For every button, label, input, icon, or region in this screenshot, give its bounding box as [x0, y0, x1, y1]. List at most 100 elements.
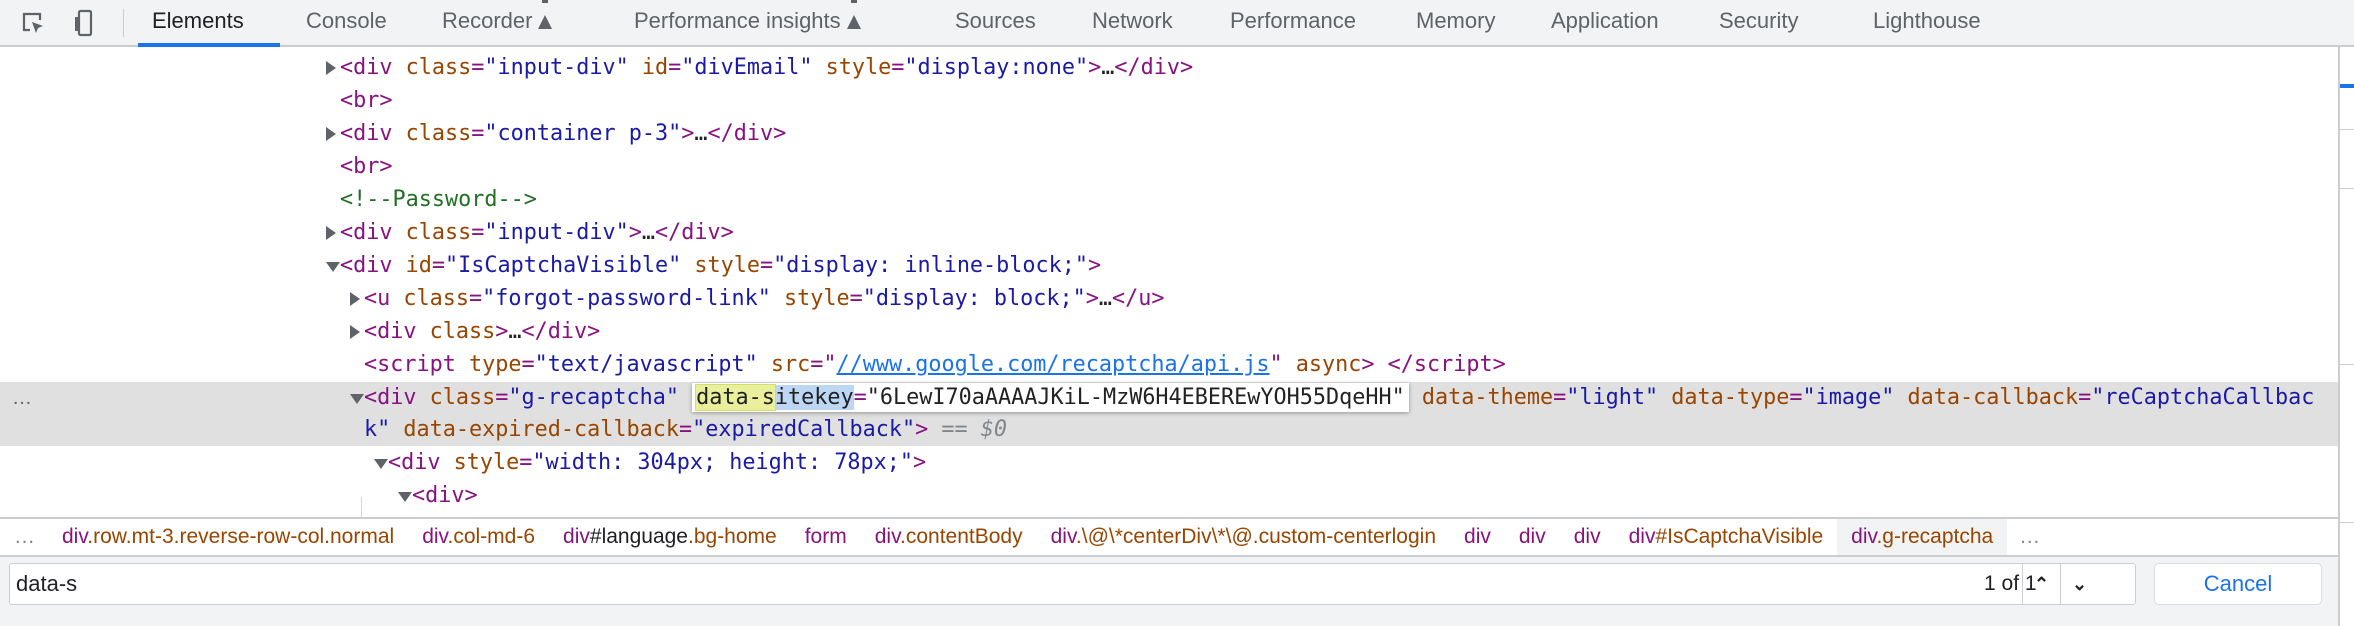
tag-token: = [1553, 385, 1567, 410]
caret-right-icon[interactable] [326, 127, 336, 141]
active-tab-indicator [138, 43, 280, 47]
tag-token: > [681, 121, 695, 146]
caret-down-icon[interactable] [326, 262, 340, 272]
tab-recorder[interactable]: Recorder [442, 0, 553, 45]
inspect-element-icon[interactable] [18, 8, 48, 38]
breadcrumb-item[interactable]: form [791, 519, 861, 555]
caret-right-icon[interactable] [326, 61, 336, 75]
node-actions-icon[interactable]: … [12, 382, 33, 414]
text-token: … [1101, 55, 1115, 80]
elements-dom-tree[interactable]: <div class="input-div" id="divEmail" sty… [0, 49, 2338, 517]
dom-node[interactable]: <div class="container p-3">…</div> [0, 118, 2338, 150]
dom-node[interactable]: <script type="text/javascript" src="//ww… [0, 349, 2338, 381]
dom-node[interactable]: <div> [0, 480, 2338, 512]
tag-token: </div> [1114, 55, 1194, 80]
breadcrumb-part: .g-recaptcha [1876, 525, 1994, 548]
breadcrumb-part: .row.mt-3.reverse-row-col.normal [87, 525, 395, 548]
attribute-name: data-type [1658, 385, 1790, 410]
breadcrumb-item[interactable]: div.contentBody [861, 519, 1037, 555]
tab-security[interactable]: Security [1719, 0, 1798, 45]
search-match-attribute[interactable]: data-sitekey="6LewI70aAAAAJKiL-MzW6H4EBE… [692, 383, 1409, 412]
breadcrumb-scroll-left[interactable]: … [0, 525, 48, 549]
caret-down-icon[interactable] [350, 394, 364, 404]
search-match-current: itekey [774, 385, 854, 410]
caret-down-icon[interactable] [398, 492, 412, 502]
breadcrumb-part: .col-md-6 [447, 525, 536, 548]
toolbar-divider [123, 9, 124, 37]
dom-node[interactable]: <div class="input-div">…</div> [0, 217, 2338, 249]
attribute-name: class [416, 385, 496, 410]
search-input[interactable] [16, 564, 1916, 604]
breadcrumb-item[interactable]: div.\@\*centerDiv\*\@.custom-centerlogin [1037, 519, 1450, 555]
breadcrumb-item[interactable]: div.col-md-6 [408, 519, 549, 555]
caret-right-icon[interactable] [326, 226, 336, 240]
tab-console[interactable]: Console [306, 0, 387, 45]
tab-elements[interactable]: Elements [152, 0, 244, 45]
attribute-value: "text/javascript" [534, 352, 758, 377]
breadcrumb-item[interactable]: div [1450, 519, 1505, 555]
dom-node[interactable]: <br> [0, 85, 2338, 117]
tag-token: > [1088, 253, 1102, 278]
dom-node[interactable]: <u class="forgot-password-link" style="d… [0, 283, 2338, 315]
dom-node[interactable]: <div id="IsCaptchaVisible" style="displa… [0, 250, 2338, 282]
next-match-button[interactable]: ⌄ [2060, 564, 2098, 604]
tab-label: Network [1092, 8, 1173, 33]
tab-performance[interactable]: Performance [1230, 0, 1356, 45]
search-field[interactable]: 1 of 1 ⌃ ⌄ [9, 563, 2136, 605]
dom-node[interactable]: <br> [0, 151, 2338, 183]
tab-memory[interactable]: Memory [1416, 0, 1495, 45]
attribute-name: data-theme [1408, 385, 1554, 410]
selected-dom-node[interactable]: … <div class="g-recaptcha" data-sitekey="… [0, 382, 2338, 446]
tab-label: Recorder [442, 8, 533, 33]
caret-down-icon[interactable] [374, 459, 388, 469]
breadcrumb-part: div [1518, 525, 1546, 548]
tab-performance-insights[interactable]: Performance insights [634, 0, 861, 45]
tag-token: = [853, 385, 867, 410]
tag-token: = [495, 385, 509, 410]
cancel-button[interactable]: Cancel [2154, 563, 2322, 605]
tag-token: = [849, 286, 863, 311]
tag-token: = [519, 450, 533, 475]
device-toolbar-icon[interactable] [70, 8, 100, 38]
attribute-name: async [1282, 352, 1362, 377]
tab-sources[interactable]: Sources [955, 0, 1036, 45]
dom-node[interactable]: <div style="width: 304px; height: 78px;"… [0, 447, 2338, 479]
breadcrumb-item[interactable]: div [1505, 519, 1560, 555]
tag-token: > [915, 417, 929, 442]
resource-link[interactable]: //www.google.com/recaptcha/api.js [836, 352, 1269, 377]
styles-sidebar[interactable] [2338, 47, 2354, 626]
breadcrumb-part: div [563, 525, 590, 548]
breadcrumb-part: .bg-home [688, 525, 777, 548]
breadcrumb-item[interactable]: div.row.mt-3.reverse-row-col.normal [48, 519, 408, 555]
tag-token: = [471, 121, 485, 146]
caret-right-icon[interactable] [350, 325, 360, 339]
breadcrumb-scroll-right[interactable]: … [2007, 525, 2053, 549]
chevron-down-icon: ⌄ [2071, 574, 2088, 594]
dom-node[interactable]: <!--Password--> [0, 184, 2338, 216]
breadcrumb-item[interactable]: div.g-recaptcha [1837, 519, 2008, 555]
attribute-name: style [770, 286, 850, 311]
tab-lighthouse[interactable]: Lighthouse [1873, 0, 1981, 45]
previous-match-button[interactable]: ⌃ [2022, 564, 2060, 604]
dom-node[interactable]: <div class>…</div> [0, 316, 2338, 348]
chevron-up-icon: ⌃ [2033, 574, 2050, 594]
tab-application[interactable]: Application [1551, 0, 1659, 45]
tab-network[interactable]: Network [1092, 0, 1173, 45]
search-bar: 1 of 1 ⌃ ⌄ Cancel [0, 555, 2338, 626]
attribute-name: id [392, 253, 432, 278]
comment-node: <!--Password--> [340, 187, 537, 212]
breadcrumb-part: div [1573, 525, 1601, 548]
dom-node[interactable]: <div class="input-div" id="divEmail" sty… [0, 52, 2338, 84]
tab-label: Console [306, 8, 387, 33]
text-token: … [1098, 286, 1113, 311]
breadcrumb-item[interactable]: div#language.bg-home [549, 519, 791, 555]
tag-token: = [471, 220, 485, 245]
breadcrumb-part: .contentBody [900, 525, 1023, 548]
attribute-name: id [628, 55, 669, 80]
tag-token: </script> [1387, 352, 1506, 377]
breadcrumb-part: #IsCaptchaVisible [1655, 525, 1824, 548]
breadcrumb-part: .\@\*centerDiv\*\@.custom-centerlogin [1075, 525, 1437, 548]
breadcrumb-item[interactable]: div#IsCaptchaVisible [1615, 519, 1838, 555]
breadcrumb-item[interactable]: div [1560, 519, 1615, 555]
caret-right-icon[interactable] [350, 292, 360, 306]
